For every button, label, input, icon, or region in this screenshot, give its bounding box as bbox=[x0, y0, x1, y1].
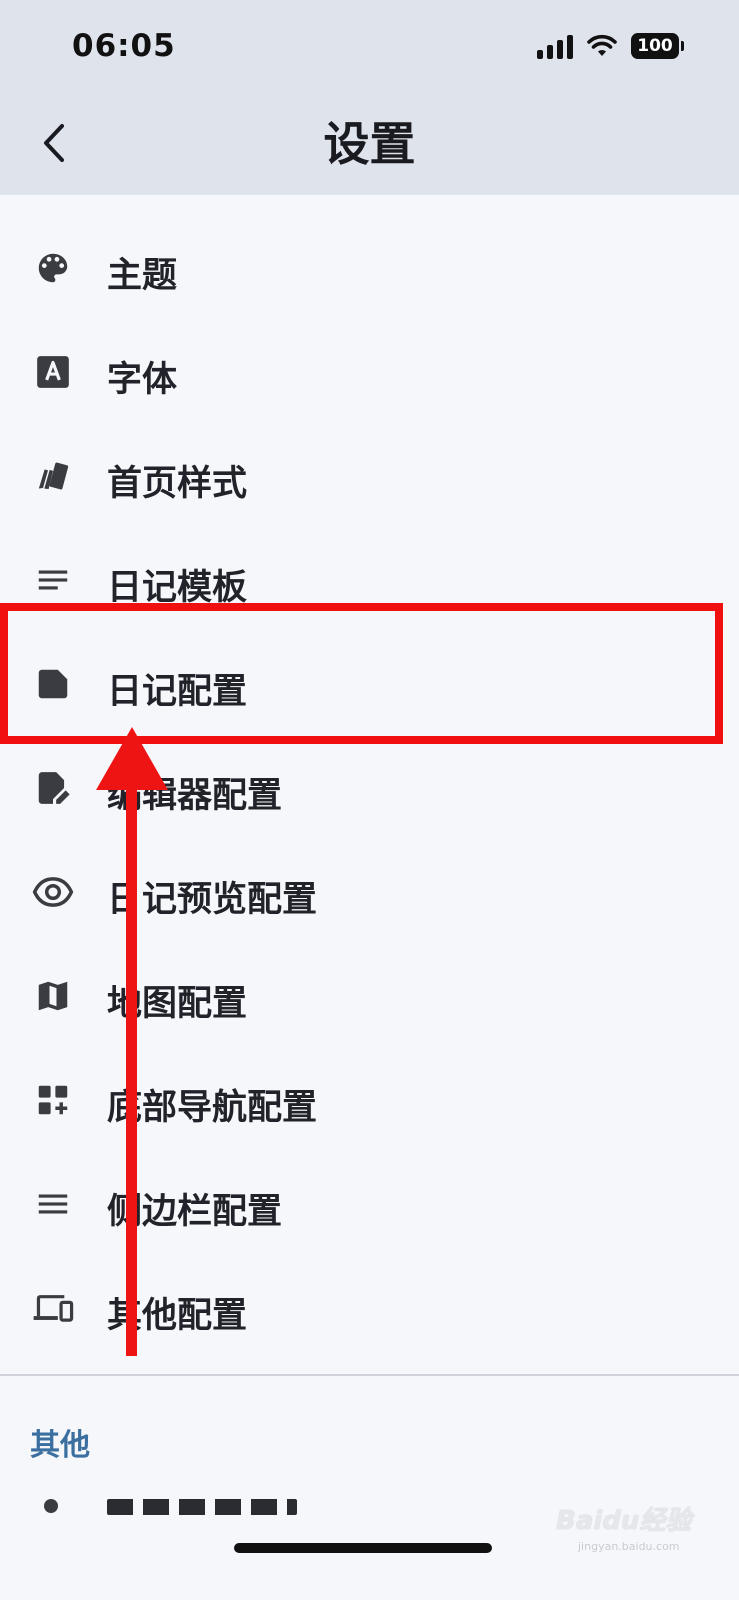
section-header-other: 其他 bbox=[30, 1428, 90, 1463]
cards-icon bbox=[32, 455, 74, 497]
menu-icon bbox=[32, 1183, 74, 1225]
status-time: 06:05 bbox=[72, 28, 176, 64]
battery-level: 100 bbox=[637, 36, 673, 56]
divider bbox=[0, 1374, 739, 1376]
menu-item-bottom-nav[interactable]: 底部导航配置 bbox=[0, 1049, 739, 1153]
edit-document-icon bbox=[32, 767, 74, 809]
palette-icon bbox=[32, 247, 74, 289]
menu-item-other-settings[interactable]: 其他配置 bbox=[0, 1257, 739, 1361]
battery-icon: 100 bbox=[631, 33, 684, 59]
page-title: 设置 bbox=[323, 117, 416, 171]
map-icon bbox=[32, 975, 74, 1017]
menu-item-label: 首页样式 bbox=[107, 464, 248, 504]
partial-item-label bbox=[107, 1499, 297, 1515]
menu-item-map-settings[interactable]: 地图配置 bbox=[0, 945, 739, 1049]
menu-item-label: 日记预览配置 bbox=[107, 880, 318, 920]
status-icons: 100 bbox=[537, 33, 684, 59]
menu-item-font[interactable]: 字体 bbox=[0, 321, 739, 425]
signal-icon bbox=[537, 33, 573, 59]
menu-item-label: 主题 bbox=[107, 256, 178, 296]
annotation-arrow bbox=[126, 760, 137, 1356]
menu-item-home-style[interactable]: 首页样式 bbox=[0, 425, 739, 529]
font-icon bbox=[32, 351, 74, 393]
menu-item-label: 字体 bbox=[107, 360, 178, 400]
top-bar: 06:05 100 设置 bbox=[0, 0, 739, 195]
wifi-icon bbox=[587, 34, 617, 56]
devices-icon bbox=[32, 1287, 74, 1329]
eye-icon bbox=[32, 871, 74, 913]
watermark: Baidu经验 bbox=[556, 1506, 692, 1536]
annotation-highlight-box bbox=[0, 603, 723, 744]
menu-item-sidebar[interactable]: 侧边栏配置 bbox=[0, 1153, 739, 1257]
menu-item-preview-settings[interactable]: 日记预览配置 bbox=[0, 841, 739, 945]
menu-item-theme[interactable]: 主题 bbox=[0, 217, 739, 321]
annotation-arrow-head bbox=[96, 727, 168, 790]
watermark-url: jingyan.baidu.com bbox=[578, 1540, 680, 1553]
menu-item-label: 底部导航配置 bbox=[107, 1088, 318, 1128]
grid-add-icon bbox=[32, 1079, 74, 1121]
partial-item-icon bbox=[44, 1499, 58, 1513]
home-indicator[interactable] bbox=[234, 1543, 492, 1553]
text-lines-icon bbox=[32, 559, 74, 601]
